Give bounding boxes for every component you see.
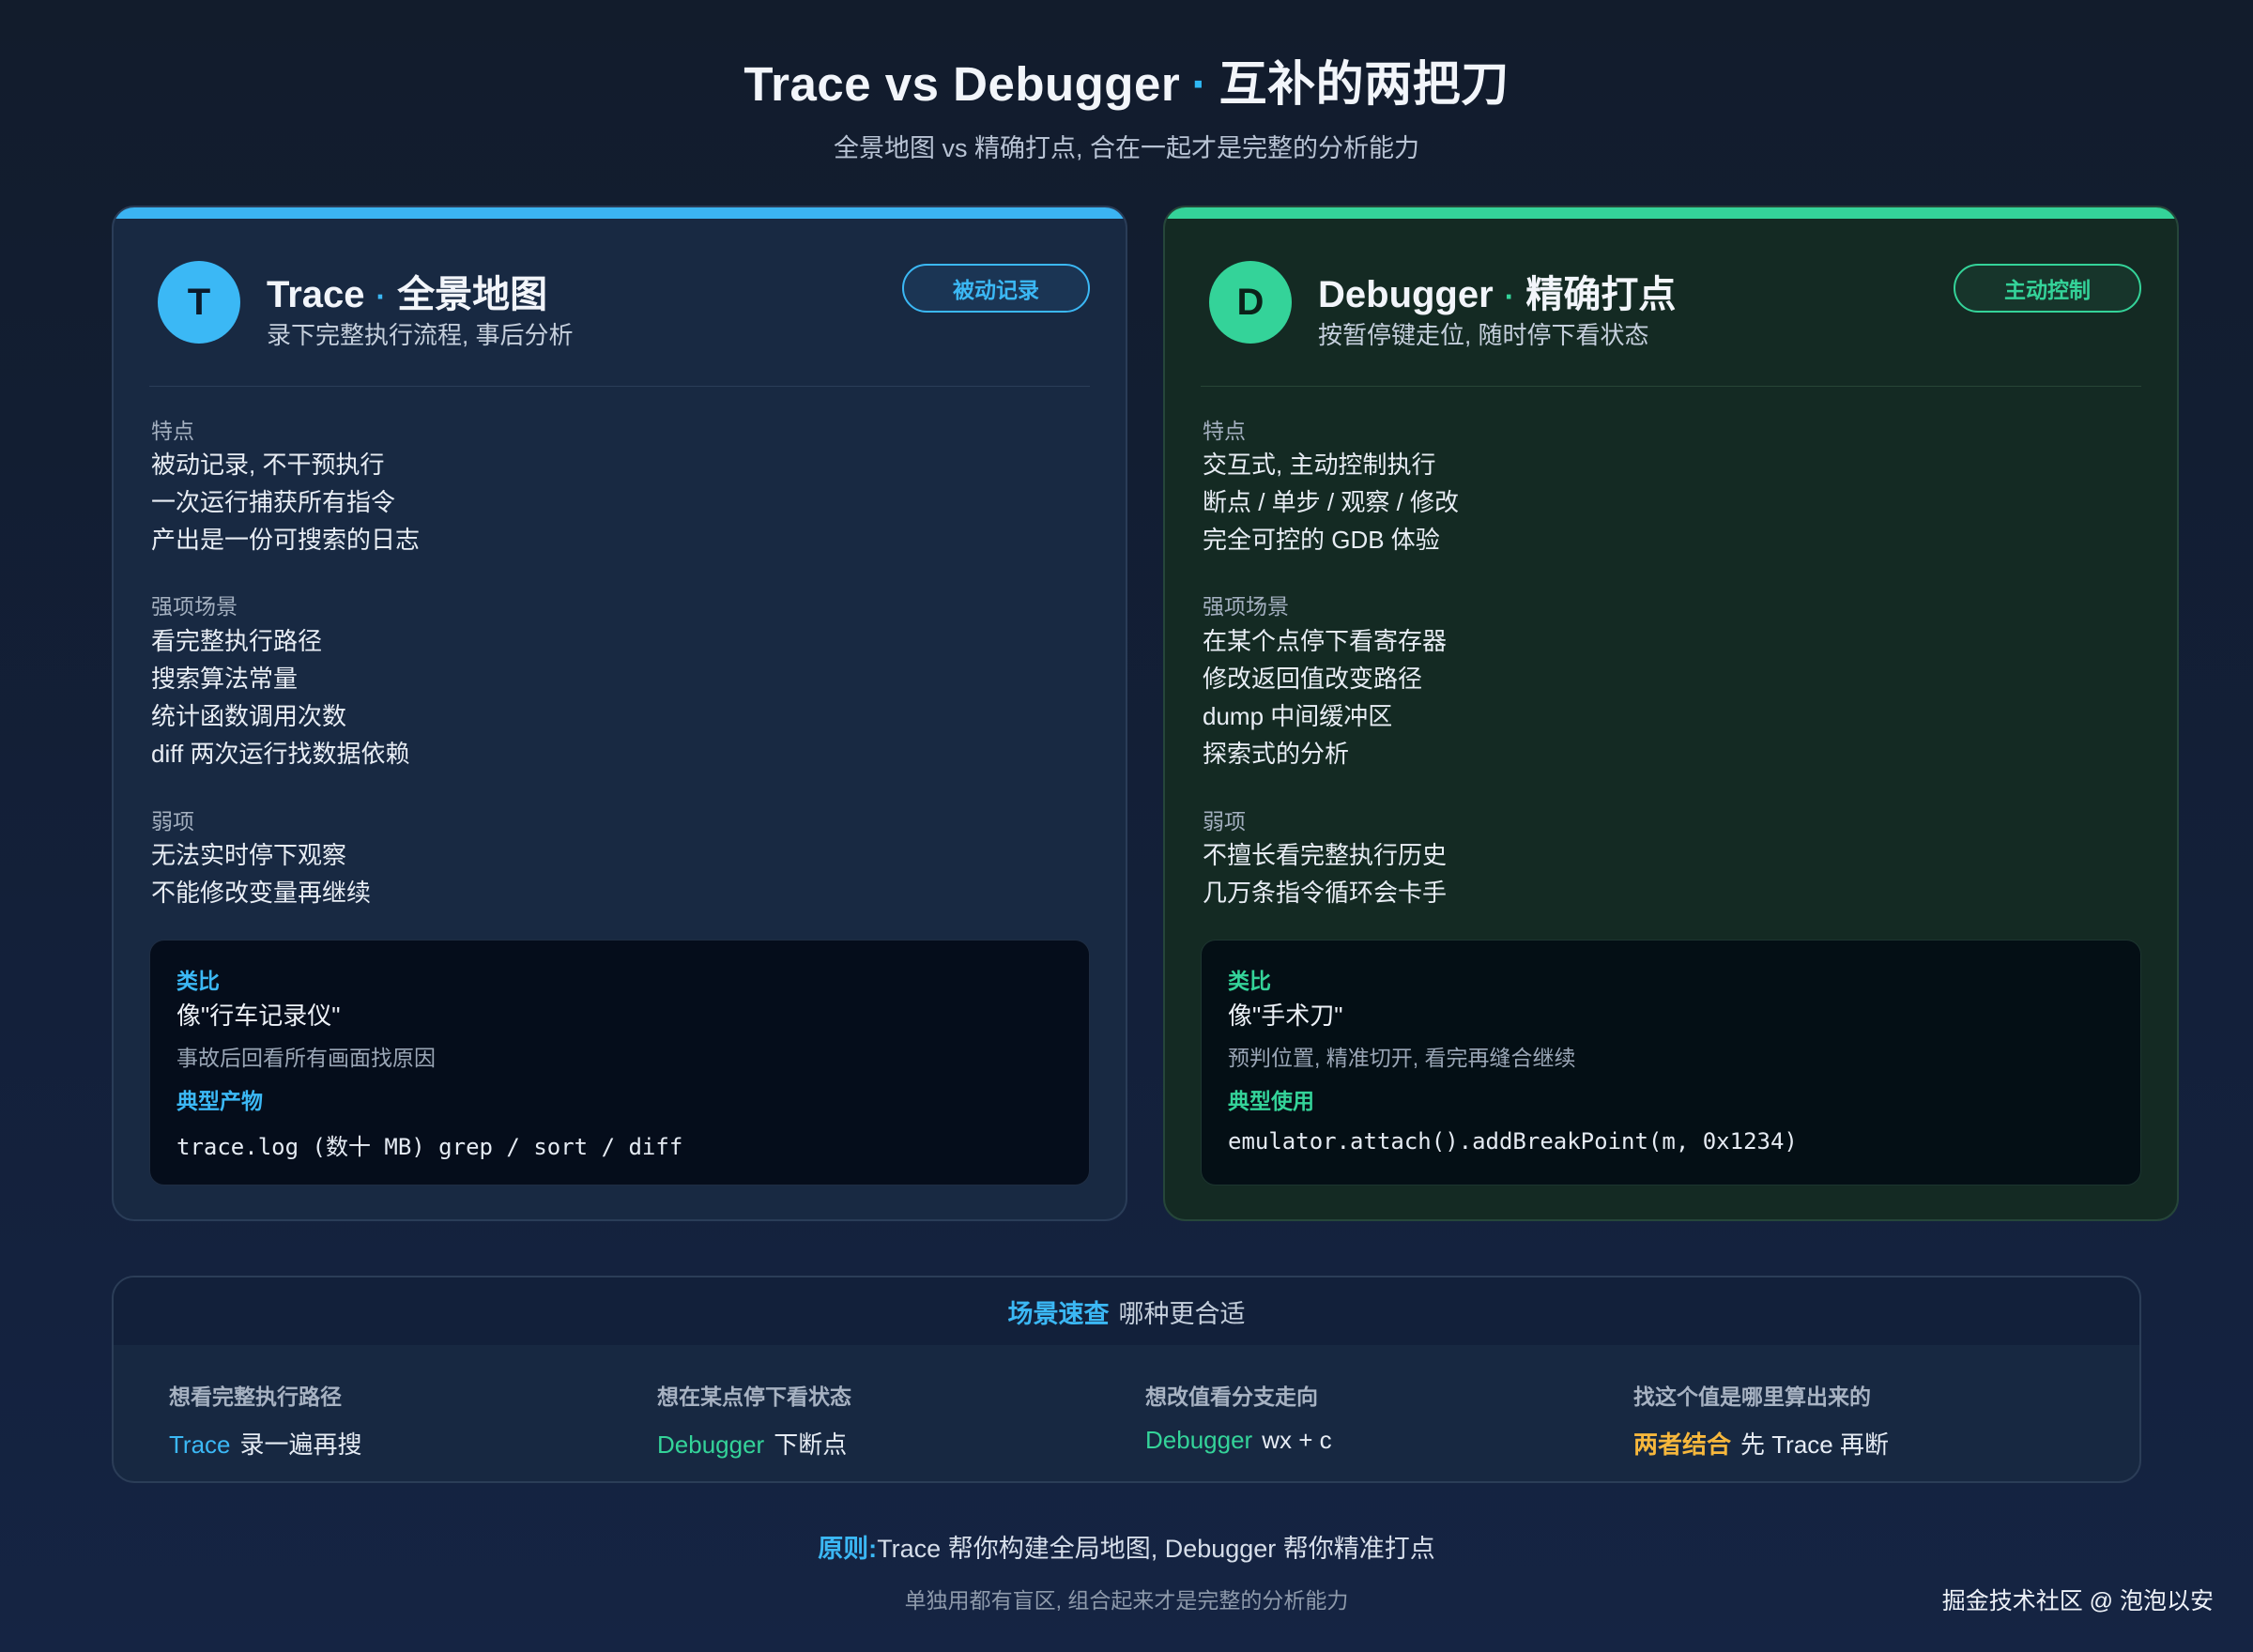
principle-label: 原则:: [818, 1535, 878, 1563]
trace-weaknesses-label: 弱项: [151, 809, 194, 834]
page-header: Trace vs Debugger · 互补的两把刀 全景地图 vs 精确打点, 合…: [0, 45, 2253, 164]
trace-badge: 被动记录: [902, 264, 1090, 313]
list-item: diff 两次运行找数据依赖: [151, 740, 410, 768]
trace-strengths-list: 看完整执行路径 搜索算法常量 统计函数调用次数 diff 两次运行找数据依赖: [151, 622, 409, 772]
list-item: 几万条指令循环会卡手: [1203, 879, 1448, 907]
page-title: Trace vs Debugger · 互补的两把刀: [0, 45, 2253, 115]
debugger-analogy-label: 类比: [1228, 969, 1271, 993]
credit-watermark: 掘金技术社区 @ 泡泡以安: [1941, 1588, 2214, 1614]
scenario-title-highlight: 场景速查: [1007, 1299, 1110, 1328]
debugger-card-title: Debugger · 精确打点: [1318, 264, 1676, 318]
scenario-header: 场景速查 哪种更合适: [114, 1277, 2139, 1345]
scenario-answer: Debugger 下断点: [657, 1426, 1126, 1461]
debugger-weaknesses-list: 不擅长看完整执行历史 几万条指令循环会卡手: [1203, 836, 1447, 911]
debugger-avatar: D: [1209, 261, 1292, 344]
page-subtitle: 全景地图 vs 精确打点, 合在一起才是完整的分析能力: [833, 134, 1419, 162]
trace-card-subtitle: 录下完整执行流程, 事后分析: [267, 321, 574, 349]
list-item: 交互式, 主动控制执行: [1203, 451, 1436, 479]
list-item: 在某个点停下看寄存器: [1203, 627, 1448, 655]
principle-line: 原则:Trace 帮你构建全局地图, Debugger 帮你精准打点: [0, 1528, 2253, 1565]
scenario-question: 想改值看分支走向: [1145, 1384, 1318, 1409]
trace-analogy-box: 类比 像"行车记录仪" 事故后回看所有画面找原因 典型产物 trace.log …: [149, 940, 1090, 1185]
trace-output-label: 典型产物: [176, 1089, 263, 1113]
trace-analogy-label: 类比: [176, 969, 220, 993]
list-item: dump 中间缓冲区: [1203, 702, 1393, 730]
debugger-analogy-desc: 预判位置, 精准切开, 看完再缝合继续: [1228, 1046, 1576, 1070]
trace-output-code: trace.log (数十 MB) grep / sort / diff: [176, 1134, 683, 1160]
scenario-answer: 两者结合先 Trace 再断: [1633, 1426, 2103, 1461]
debugger-weaknesses-label: 弱项: [1203, 809, 1246, 834]
debugger-title-dot: ·: [1504, 280, 1515, 314]
trace-analogy-desc: 事故后回看所有画面找原因: [176, 1046, 436, 1070]
list-item: 统计函数调用次数: [151, 702, 347, 730]
scenario-item: 找这个值是哪里算出来的 两者结合先 Trace 再断: [1633, 1379, 2103, 1461]
list-item: 看完整执行路径: [151, 627, 323, 655]
debugger-features-list: 交互式, 主动控制执行 断点 / 单步 / 观察 / 修改 完全可控的 GDB …: [1203, 446, 1459, 558]
scenario-tool: Trace: [169, 1430, 231, 1459]
debugger-usage-label: 典型使用: [1228, 1089, 1314, 1113]
debugger-strengths-label: 强项场景: [1203, 594, 1289, 619]
debugger-features-label: 特点: [1203, 419, 1246, 443]
debugger-badge: 主动控制: [1954, 264, 2141, 313]
scenario-answer: Debugger wx + c: [1145, 1426, 1615, 1455]
scenario-panel: 场景速查 哪种更合适 想看完整执行路径 Trace 录一遍再搜 想在某点停下看状态 …: [112, 1276, 2141, 1483]
trace-strengths-label: 强项场景: [151, 594, 238, 619]
list-item: 修改返回值改变路径: [1203, 665, 1423, 693]
scenario-tool: Debugger: [657, 1430, 765, 1459]
scenario-answer: Trace 录一遍再搜: [169, 1426, 638, 1461]
debugger-card-accent-bar: [1165, 207, 2177, 219]
trace-features-list: 被动记录, 不干预执行 一次运行捕获所有指令 产出是一份可搜索的日志: [151, 446, 420, 558]
title-dot: ·: [1191, 57, 1208, 111]
list-item: 不能修改变量再继续: [151, 879, 372, 907]
scenario-action: wx + c: [1262, 1426, 1332, 1454]
list-item: 不擅长看完整执行历史: [1203, 841, 1448, 869]
scenario-question: 想在某点停下看状态: [657, 1384, 851, 1409]
debugger-tagline: 精确打点: [1525, 274, 1677, 315]
list-item: 探索式的分析: [1203, 740, 1350, 768]
title-left: Trace vs Debugger: [743, 57, 1181, 111]
list-item: 一次运行捕获所有指令: [151, 488, 396, 516]
debugger-analogy-main: 像"手术刀": [1228, 1002, 1343, 1030]
list-item: 无法实时停下观察: [151, 841, 347, 869]
trace-divider: [149, 386, 1090, 387]
list-item: 完全可控的 GDB 体验: [1203, 526, 1440, 554]
scenario-action: 先 Trace 再断: [1740, 1430, 1889, 1459]
debugger-name: Debugger: [1318, 274, 1494, 315]
scenario-item: 想改值看分支走向 Debugger wx + c: [1145, 1379, 1615, 1455]
title-right: 互补的两把刀: [1218, 57, 1510, 111]
trace-card: T Trace · 全景地图 录下完整执行流程, 事后分析 被动记录 特点 被动记录…: [112, 206, 1127, 1221]
debugger-usage-code: emulator.attach().addBreakPoint(m, 0x123…: [1228, 1128, 1798, 1155]
trace-avatar: T: [158, 261, 240, 344]
debugger-strengths-list: 在某个点停下看寄存器 修改返回值改变路径 dump 中间缓冲区 探索式的分析: [1203, 622, 1447, 772]
scenario-action: 下断点: [774, 1430, 848, 1459]
list-item: 断点 / 单步 / 观察 / 修改: [1203, 488, 1460, 516]
scenario-question: 想看完整执行路径: [169, 1384, 342, 1409]
debugger-card: D Debugger · 精确打点 按暂停键走位, 随时停下看状态 主动控制 特点 …: [1163, 206, 2179, 1221]
scenario-question: 找这个值是哪里算出来的: [1633, 1384, 1871, 1409]
trace-features-label: 特点: [151, 419, 194, 443]
list-item: 被动记录, 不干预执行: [151, 451, 385, 479]
principle-text: Trace 帮你构建全局地图, Debugger 帮你精准打点: [877, 1535, 1435, 1563]
trace-tagline: 全景地图: [397, 274, 548, 315]
list-item: 搜索算法常量: [151, 665, 299, 693]
debugger-divider: [1201, 386, 2141, 387]
scenario-item: 想在某点停下看状态 Debugger 下断点: [657, 1379, 1126, 1461]
trace-weaknesses-list: 无法实时停下观察 不能修改变量再继续: [151, 836, 371, 911]
scenario-item: 想看完整执行路径 Trace 录一遍再搜: [169, 1379, 638, 1461]
trace-analogy-main: 像"行车记录仪": [176, 1002, 341, 1030]
list-item: 产出是一份可搜索的日志: [151, 526, 421, 554]
debugger-analogy-box: 类比 像"手术刀" 预判位置, 精准切开, 看完再缝合继续 典型使用 emula…: [1201, 940, 2141, 1185]
footnote: 单独用都有盲区, 组合起来才是完整的分析能力: [904, 1588, 1349, 1613]
debugger-card-subtitle: 按暂停键走位, 随时停下看状态: [1318, 321, 1649, 349]
trace-title-dot: ·: [376, 280, 387, 314]
scenario-tool: Debugger: [1145, 1426, 1253, 1454]
scenario-action: 录一遍再搜: [239, 1430, 362, 1459]
trace-card-accent-bar: [114, 207, 1126, 219]
scenario-tool: 两者结合: [1633, 1430, 1732, 1459]
trace-card-title: Trace · 全景地图: [267, 264, 547, 318]
scenario-title-rest: 哪种更合适: [1118, 1299, 1246, 1328]
trace-name: Trace: [267, 274, 365, 315]
